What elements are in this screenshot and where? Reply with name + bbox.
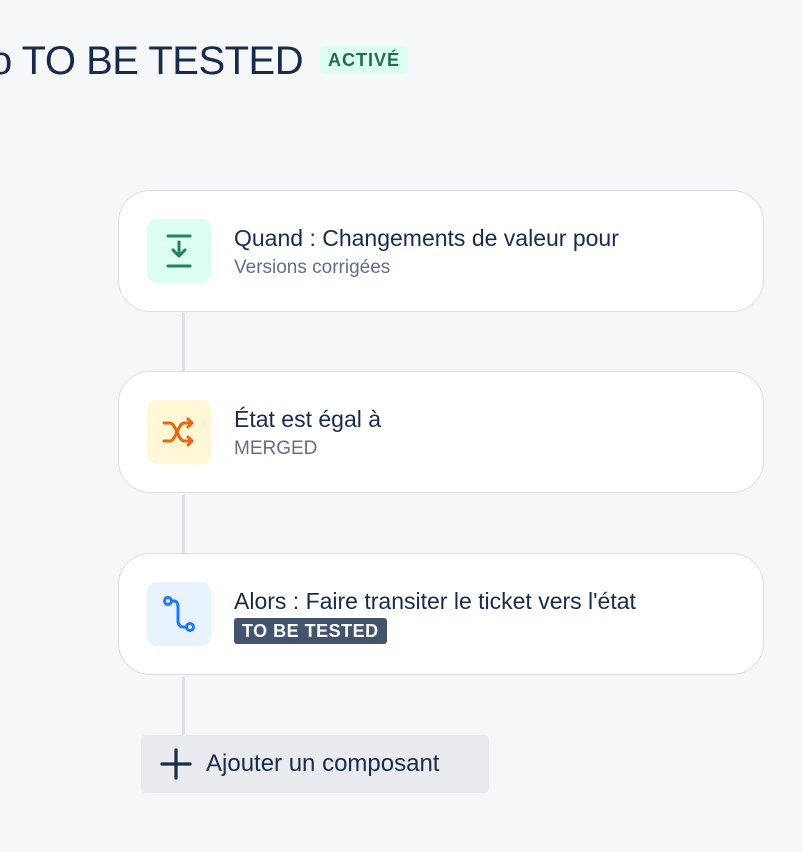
connector-line: [182, 495, 185, 554]
download-icon: [147, 219, 211, 283]
shuffle-icon: [147, 400, 211, 464]
action-card[interactable]: Alors : Faire transiter le ticket vers l…: [118, 553, 764, 675]
plus-icon: [160, 748, 192, 780]
connector-line: [182, 677, 185, 735]
condition-title: État est égal à: [234, 406, 382, 432]
connector-line: [182, 313, 185, 372]
status-badge: ACTIVÉ: [320, 46, 409, 74]
add-component-button[interactable]: Ajouter un composant: [141, 735, 489, 793]
action-title: Alors : Faire transiter le ticket vers l…: [234, 588, 636, 614]
condition-subtitle: MERGED: [234, 438, 318, 459]
trigger-subtitle: Versions corrigées: [234, 257, 391, 278]
condition-card[interactable]: État est égal à MERGED: [118, 371, 764, 493]
trigger-title: Quand : Changements de valeur pour: [234, 225, 619, 251]
route-icon: [147, 582, 211, 646]
trigger-card[interactable]: Quand : Changements de valeur pour Versi…: [118, 190, 764, 312]
status-lozenge: TO BE TESTED: [234, 618, 387, 644]
add-component-label: Ajouter un composant: [206, 750, 440, 777]
page-title: o TO BE TESTED: [0, 39, 304, 83]
